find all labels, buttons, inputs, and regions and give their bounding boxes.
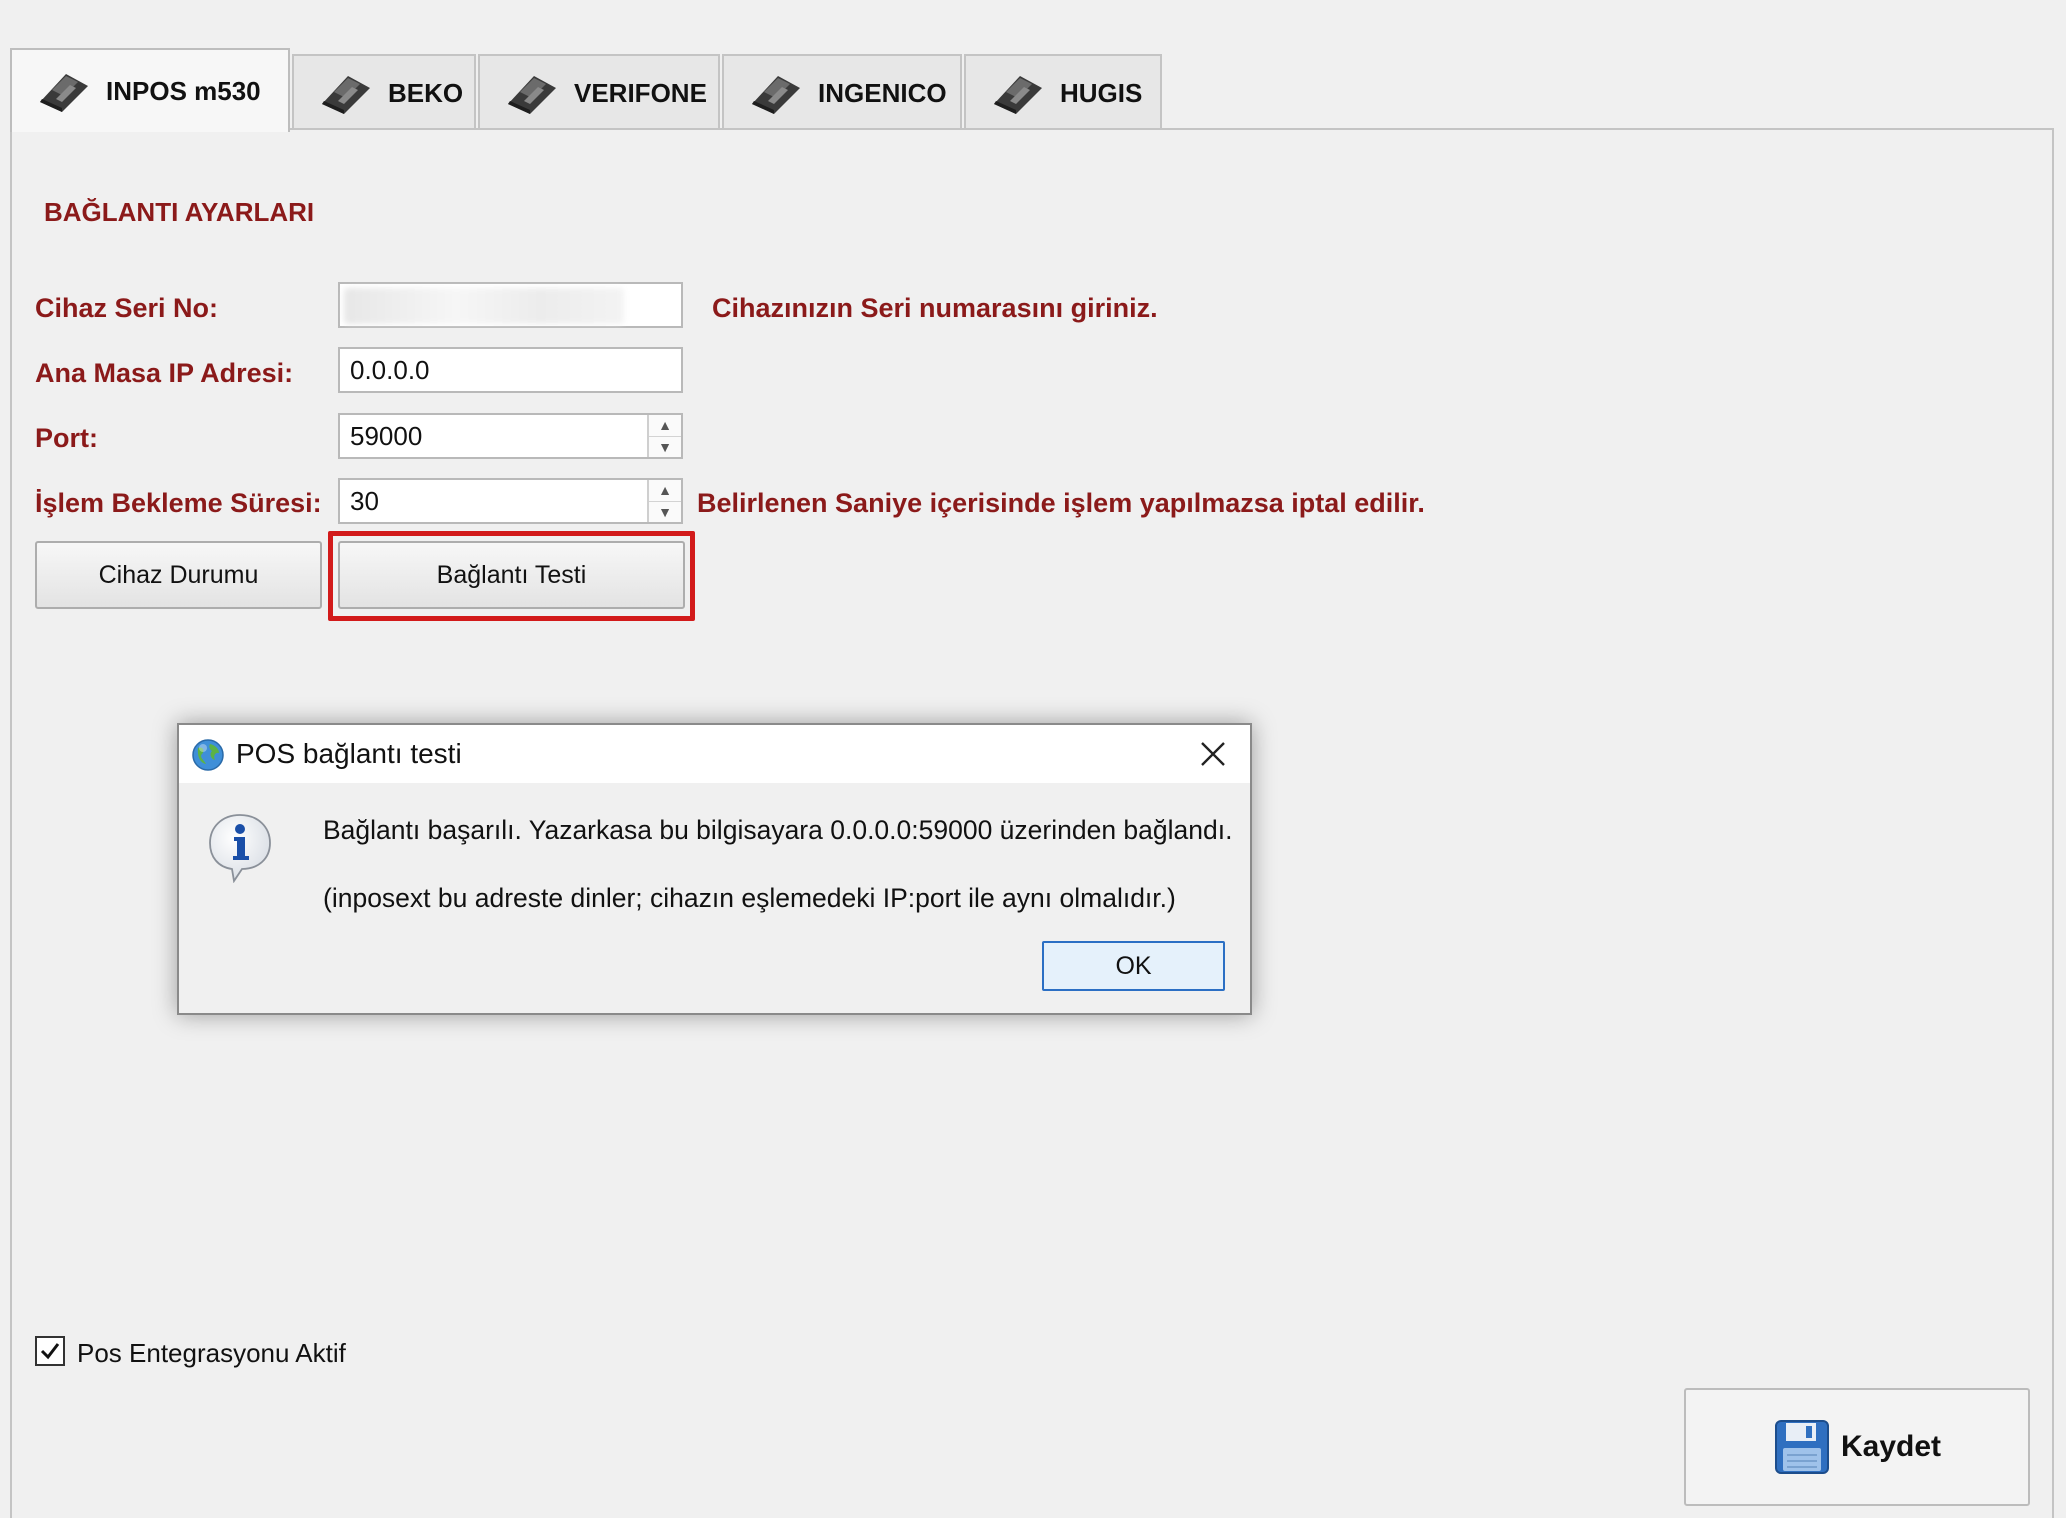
spin-up-icon[interactable]: ▲ [649, 480, 681, 501]
pos-terminal-icon [40, 74, 88, 112]
tab-inpos-m530[interactable]: INPOS m530 [10, 48, 290, 132]
spin-up-icon[interactable]: ▲ [649, 415, 681, 436]
timeout-label: İşlem Bekleme Süresi: [35, 488, 322, 518]
port-spin: ▲ ▼ [647, 415, 681, 457]
pos-terminal-icon [752, 76, 800, 114]
device-status-button[interactable]: Cihaz Durumu [35, 541, 322, 609]
section-title: BAĞLANTI AYARLARI [44, 197, 315, 227]
floppy-disk-icon [1774, 1420, 1829, 1474]
dialog-message-line1: Bağlantı başarılı. Yazarkasa bu bilgisay… [323, 815, 1233, 845]
spin-down-icon[interactable]: ▼ [649, 435, 681, 458]
save-button-label: Kaydet [1840, 1430, 1942, 1463]
tab-label: INPOS m530 [106, 75, 261, 106]
redacted-serial [344, 288, 624, 324]
tab-label: VERIFONE [574, 77, 707, 108]
port-label: Port: [35, 423, 98, 453]
tab-label: INGENICO [818, 77, 947, 108]
integration-checkbox[interactable] [35, 1336, 65, 1366]
spin-down-icon[interactable]: ▼ [649, 500, 681, 523]
tab-label: BEKO [388, 77, 464, 108]
ok-button[interactable]: OK [1042, 941, 1225, 991]
timeout-stepper[interactable]: 30 ▲ ▼ [338, 478, 683, 524]
tab-label: HUGIS [1060, 77, 1143, 108]
serial-label: Cihaz Seri No: [35, 293, 219, 323]
dialog-titlebar: POS bağlantı testi [179, 725, 1250, 783]
save-button[interactable]: Kaydet [1684, 1388, 2030, 1506]
serial-input[interactable] [338, 282, 683, 328]
timeout-value: 30 [350, 485, 379, 516]
tab-beko[interactable]: BEKO [292, 54, 476, 130]
tab-hugis[interactable]: HUGIS [964, 54, 1162, 130]
timeout-hint: Belirlenen Saniye içerisinde işlem yapıl… [697, 488, 1425, 518]
integration-checkbox-label: Pos Entegrasyonu Aktif [77, 1338, 346, 1368]
tab-verifone[interactable]: VERIFONE [478, 54, 720, 130]
globe-icon [192, 739, 224, 771]
tab-ingenico[interactable]: INGENICO [722, 54, 962, 130]
port-value: 59000 [350, 420, 423, 451]
ip-input[interactable]: 0.0.0.0 [338, 347, 683, 393]
pos-terminal-icon [322, 76, 370, 114]
close-icon[interactable] [1196, 737, 1230, 771]
timeout-spin: ▲ ▼ [647, 480, 681, 522]
ip-label: Ana Masa IP Adresi: [35, 358, 294, 388]
ip-value: 0.0.0.0 [350, 354, 430, 385]
dialog-title: POS bağlantı testi [236, 738, 462, 769]
info-icon [209, 814, 271, 883]
dialog-message-line2: (inposext bu adreste dinler; cihazın eşl… [323, 883, 1176, 913]
serial-hint: Cihazınızın Seri numarasını giriniz. [712, 293, 1158, 323]
checkmark-icon [40, 1343, 60, 1360]
connection-test-highlight [328, 531, 695, 621]
connection-test-dialog: POS bağlantı testi Bağlantı başarılı. Ya… [177, 723, 1252, 1015]
pos-terminal-icon [508, 76, 556, 114]
pos-terminal-icon [994, 76, 1042, 114]
port-stepper[interactable]: 59000 ▲ ▼ [338, 413, 683, 459]
